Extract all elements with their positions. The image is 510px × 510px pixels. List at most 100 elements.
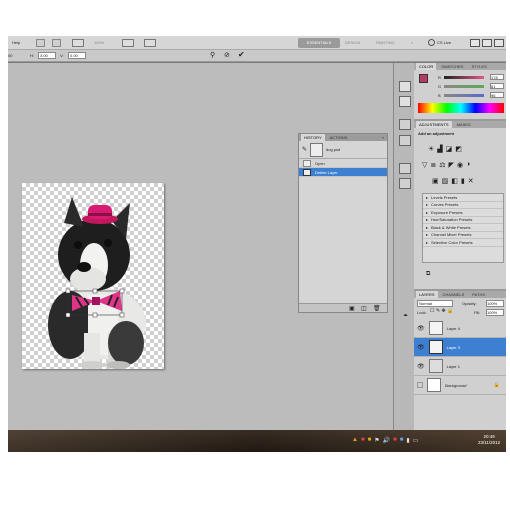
tab-masks[interactable]: MASKS <box>454 121 474 128</box>
tab-actions[interactable]: ACTIONS <box>327 134 351 141</box>
tab-color[interactable]: COLOR <box>416 63 437 70</box>
g-input[interactable]: 61 <box>490 83 504 89</box>
v-input[interactable]: 0.00 <box>68 52 86 59</box>
layer-name[interactable]: Layer 1 <box>447 364 460 369</box>
more-workspaces-button[interactable]: » <box>411 40 413 45</box>
preset-channel-mixer[interactable]: ▸ Channel Mixer Presets <box>423 232 503 239</box>
brightness-icon[interactable]: ☀ <box>428 145 434 155</box>
visibility-eye-icon[interactable]: 👁 <box>417 344 425 351</box>
layer-row-3[interactable]: 👁 Layer 3 <box>414 338 506 357</box>
actions-panel-icon[interactable] <box>399 96 411 107</box>
trash-icon[interactable]: 🗑 <box>373 305 381 312</box>
channel-mixer-icon[interactable]: ◑ <box>466 161 470 171</box>
zoom-level[interactable]: 100% <box>94 40 104 45</box>
gradient-map-icon[interactable]: ▮ <box>461 177 465 187</box>
document-canvas[interactable] <box>22 183 164 369</box>
preset-curves[interactable]: ▸ Curves Presets <box>423 202 503 209</box>
paragraph-panel-icon[interactable] <box>399 178 411 189</box>
battery-icon[interactable]: ▭ <box>413 437 419 444</box>
posterize-icon[interactable]: ▨ <box>442 177 449 187</box>
black-white-icon[interactable]: ◤ <box>449 161 454 171</box>
selective-color-icon[interactable]: ✕ <box>468 177 474 187</box>
r-slider[interactable] <box>444 76 484 79</box>
restore-button[interactable] <box>482 39 492 47</box>
threshold-icon[interactable]: ◧ <box>451 177 458 187</box>
flag-icon[interactable]: ⚑ <box>374 437 379 444</box>
preset-levels[interactable]: ▸ Levels Presets <box>423 194 503 202</box>
tray-app-icon[interactable]: ■ <box>368 437 372 444</box>
view-extras-icon[interactable] <box>72 39 84 47</box>
tab-paths[interactable]: PATHS <box>469 291 488 298</box>
clock[interactable]: 20:49 23/11/2012 <box>478 434 500 446</box>
minimize-button[interactable] <box>470 39 480 47</box>
layer-row-background[interactable]: Background 🔒 <box>414 376 506 395</box>
tray-app-icon[interactable]: ■ <box>393 437 397 444</box>
fill-input[interactable]: 100% <box>486 309 504 316</box>
visibility-eye-icon[interactable]: 👁 <box>417 325 425 332</box>
visibility-eye-icon[interactable]: 👁 <box>417 363 425 370</box>
color-balance-icon[interactable]: ⚖ <box>439 161 445 171</box>
workspace-essentials-button[interactable]: ESSENTIALS <box>298 38 340 48</box>
history-item-delete-layer[interactable]: Delete Layer <box>299 168 387 177</box>
exposure-icon[interactable]: ◩ <box>455 145 462 155</box>
workspace-design-button[interactable]: DESIGN <box>345 40 360 45</box>
preset-exposure[interactable]: ▸ Exposure Presets <box>423 209 503 217</box>
workspace-painting-button[interactable]: PAINTING <box>376 40 395 45</box>
b-input[interactable]: 96 <box>490 92 504 98</box>
invert-icon[interactable]: ▣ <box>432 177 439 187</box>
close-button[interactable] <box>494 39 504 47</box>
panel-collapse-icon[interactable]: » <box>379 134 387 141</box>
h-input[interactable]: 3.00 <box>38 52 56 59</box>
expand-icon[interactable]: ⏶ <box>403 313 408 320</box>
photo-filter-icon[interactable]: ◉ <box>457 161 463 171</box>
help-menu[interactable]: Help <box>12 40 20 45</box>
network-icon[interactable]: ▮ <box>406 437 409 444</box>
history-item-open[interactable]: Open <box>299 159 387 168</box>
new-document-icon[interactable]: ▣ <box>349 305 355 312</box>
layer-name[interactable]: Layer 4 <box>447 326 460 331</box>
curves-icon[interactable]: ◪ <box>446 145 453 155</box>
history-snapshot[interactable]: ✎ dog.psd <box>299 141 387 159</box>
cancel-transform-icon[interactable]: ⊘ <box>224 51 230 59</box>
tab-channels[interactable]: CHANNELS <box>440 291 468 298</box>
tab-styles[interactable]: STYLES <box>468 63 489 70</box>
vibrance-icon[interactable]: ▽ <box>422 161 427 171</box>
character-panel-icon[interactable] <box>399 163 411 174</box>
bridge-icon[interactable] <box>36 39 45 47</box>
interpolation-icon[interactable]: ⚲ <box>210 51 215 59</box>
speaker-icon[interactable]: 🔊 <box>383 437 390 444</box>
minibridge-icon[interactable] <box>52 39 61 47</box>
arrange-documents-icon[interactable] <box>122 39 134 47</box>
b-slider[interactable] <box>444 94 484 97</box>
brush-panel-icon[interactable] <box>399 119 411 130</box>
layer-name[interactable]: Background <box>445 383 466 388</box>
screen-mode-icon[interactable] <box>144 39 156 47</box>
tray-app-icon[interactable]: ▲ <box>352 437 358 444</box>
tray-app-icon[interactable]: ■ <box>400 437 404 444</box>
brush-source-icon[interactable]: ✎ <box>302 146 307 153</box>
foreground-color-swatch[interactable] <box>419 74 428 83</box>
g-slider[interactable] <box>444 85 484 88</box>
layer-row-4[interactable]: 👁 Layer 4 <box>414 319 506 338</box>
cslive-button[interactable]: CS Live <box>437 40 451 45</box>
clone-source-icon[interactable] <box>399 135 411 146</box>
visibility-toggle-empty[interactable] <box>417 382 423 388</box>
tab-layers[interactable]: LAYERS <box>416 291 438 298</box>
tab-history[interactable]: HISTORY <box>301 134 325 141</box>
levels-icon[interactable]: ▟ <box>437 145 442 155</box>
r-input[interactable]: 178 <box>490 74 504 80</box>
tab-adjustments[interactable]: ADJUSTMENTS <box>416 121 452 128</box>
hue-saturation-icon[interactable]: ≣ <box>430 161 436 171</box>
lock-icons[interactable]: ☐ ✎ ✥ 🔒 <box>430 308 453 314</box>
preset-black-white[interactable]: ▸ Black & White Presets <box>423 224 503 232</box>
clip-layer-icon[interactable]: ⧉ <box>426 271 430 278</box>
blend-mode-select[interactable]: Normal <box>417 300 453 307</box>
history-panel-icon[interactable] <box>399 81 411 92</box>
preset-hue-saturation[interactable]: ▸ Hue/Saturation Presets <box>423 217 503 224</box>
tab-swatches[interactable]: SWATCHES <box>438 63 466 70</box>
opacity-input[interactable]: 100% <box>486 300 504 307</box>
layer-name[interactable]: Layer 3 <box>447 345 460 350</box>
commit-transform-icon[interactable]: ✔ <box>238 50 245 59</box>
color-spectrum-ramp[interactable] <box>418 103 504 113</box>
tray-app-icon[interactable]: ■ <box>361 437 365 444</box>
